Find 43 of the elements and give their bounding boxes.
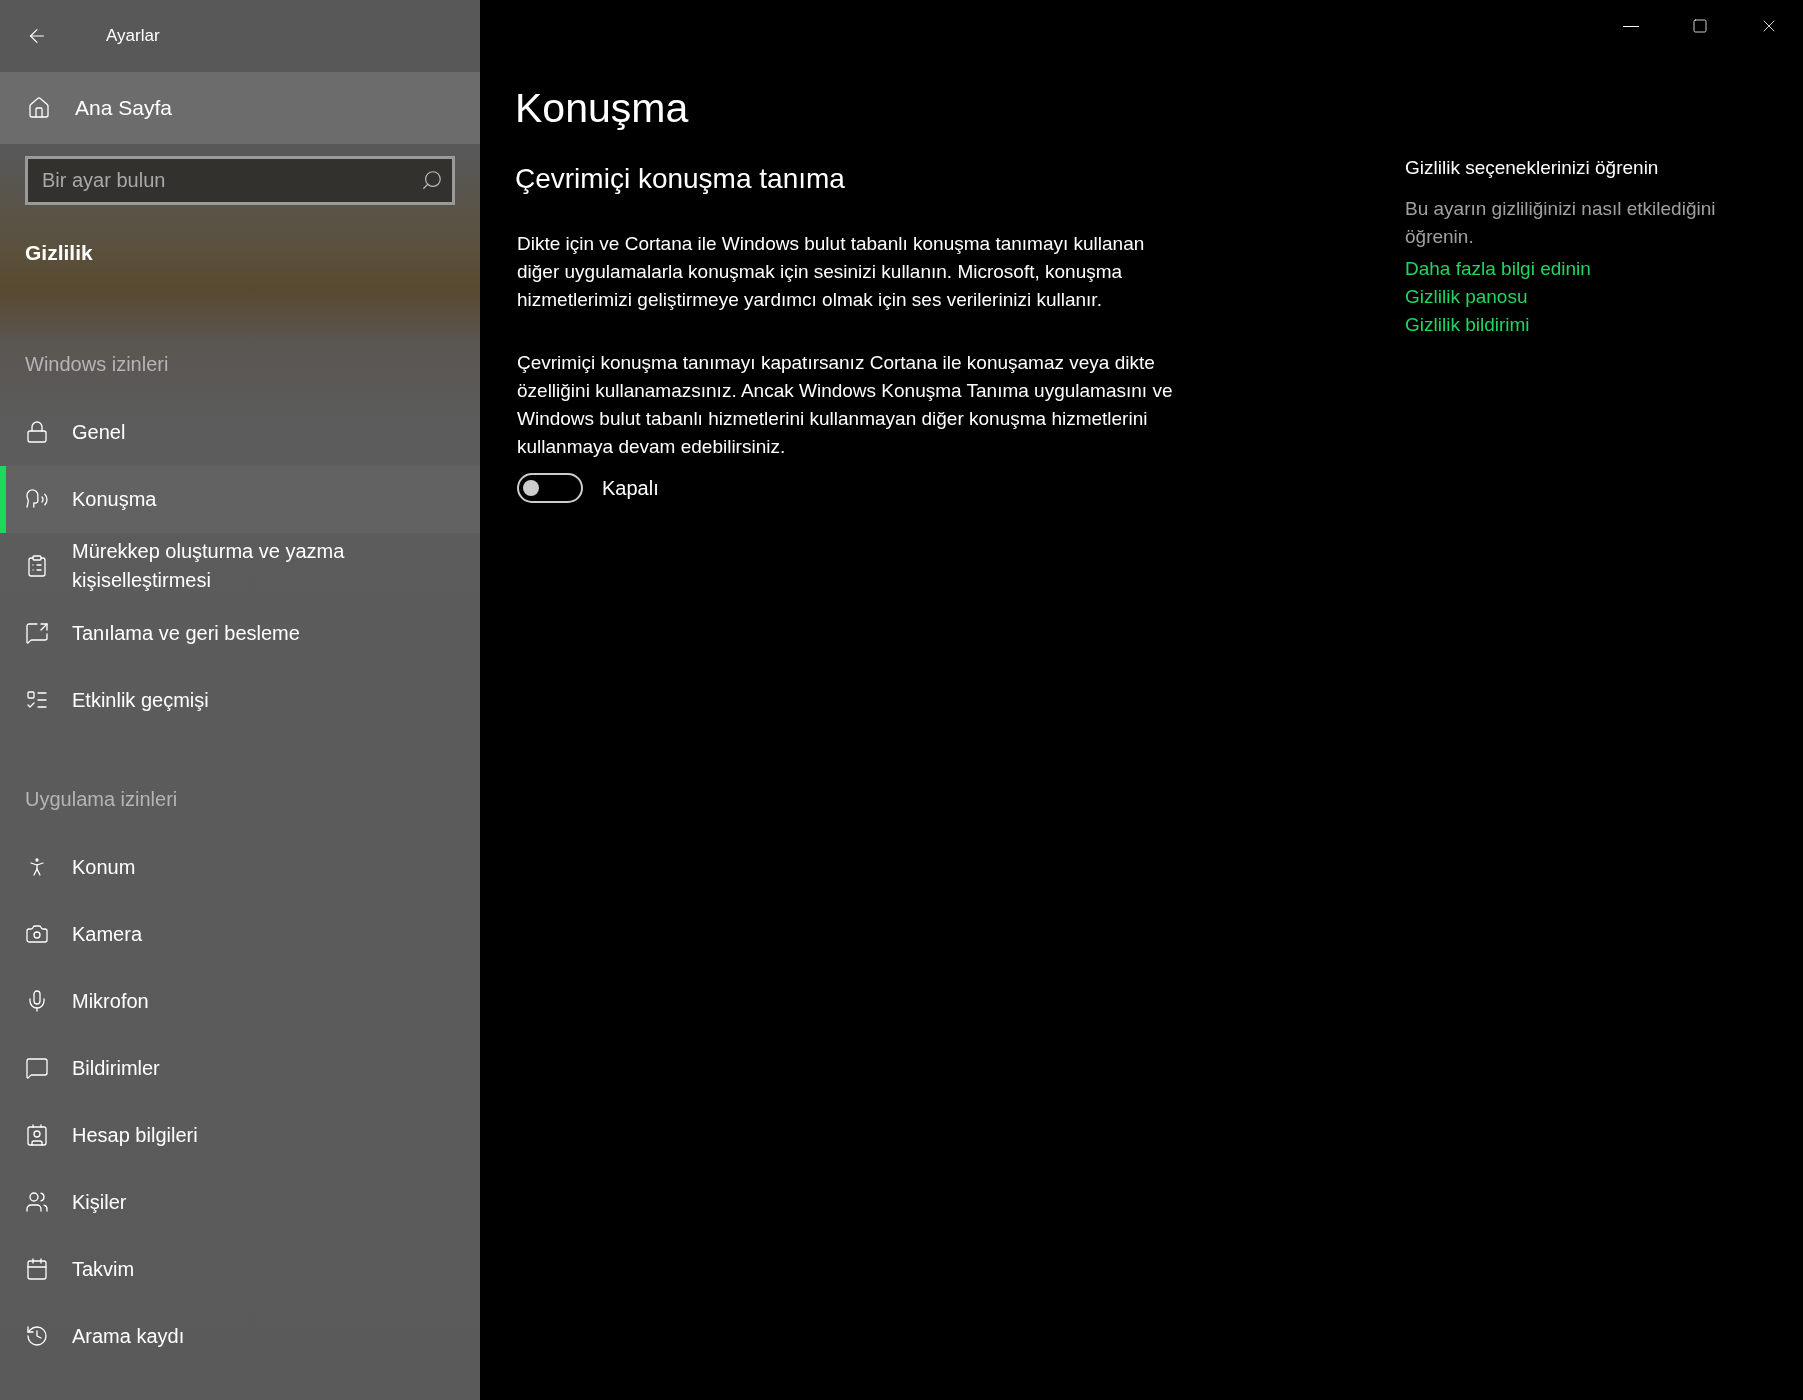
privacy-link[interactable]: Daha fazla bilgi edinin xyxy=(1405,254,1591,283)
sidebar-item[interactable]: Kamera xyxy=(0,900,480,968)
page-title: Konuşma xyxy=(515,84,690,133)
sidebar-item[interactable]: Konum xyxy=(0,833,480,901)
description-text: Çevrimiçi konuşma tanımayı kapatırsanız Cortana ile konuşamaz veya dikte özelliğini kullanamazsınız. Ancak Windows Konuşma Tanıma uygulamasını ve Windows bulut tabanlı hizmetlerini kullanmayan diğer konuşma hizmetlerini kullanmaya devam edebilirsiniz. xyxy=(516,351,1174,459)
search-icon xyxy=(421,169,443,191)
search-field[interactable]: Bir ayar bulun xyxy=(25,156,455,205)
home-item[interactable]: Ana Sayfa xyxy=(0,72,480,144)
toggle-label: Kapalı xyxy=(602,476,659,501)
sidebar-item[interactable]: Genel xyxy=(0,398,480,466)
people-icon xyxy=(25,1190,49,1214)
sidebar-item[interactable]: Konuşma xyxy=(0,465,480,533)
sidebar-item[interactable]: Hesap bilgileri xyxy=(0,1101,480,1169)
minimize-icon xyxy=(1622,25,1639,27)
section-heading: Windows izinleri xyxy=(24,351,170,377)
sidebar-item[interactable]: Arama kaydı xyxy=(0,1302,480,1370)
window-title: Ayarlar xyxy=(106,25,160,48)
privacy-link[interactable]: Gizlilik panosu xyxy=(1405,282,1528,311)
toggle-switch[interactable] xyxy=(517,473,583,503)
speech-icon xyxy=(25,487,49,511)
sidebar-item[interactable]: Mikrofon xyxy=(0,967,480,1035)
sidebar-item[interactable]: Etkinlik geçmişi xyxy=(0,666,480,734)
notification-icon xyxy=(25,1056,49,1080)
history-icon xyxy=(25,1324,49,1348)
calendar-icon xyxy=(25,1257,49,1281)
aside-text: Bu ayarın gizliliğinizi nasıl etkilediğini öğrenin. xyxy=(1405,196,1717,249)
sidebar-item[interactable]: Takvim xyxy=(0,1235,480,1303)
home-icon xyxy=(27,96,51,120)
lock-icon xyxy=(25,420,49,444)
sidebar-item[interactable]: Bildirimler xyxy=(0,1034,480,1102)
description-text: Dikte için ve Cortana ile Windows bulut tabanlı konuşma tanımayı kullanan diğer uygulamalarla konuşmak için sesinizi kullanın. Microsoft, konuşma hizmetlerimizi geliştirmeye yardımcı olmak için ses verilerinizi kullanır. xyxy=(516,232,1146,312)
account-info-icon xyxy=(25,1123,49,1147)
category-title: Gizlilik xyxy=(24,240,94,266)
sidebar-item[interactable]: Kişiler xyxy=(0,1168,480,1236)
section-heading: Uygulama izinleri xyxy=(24,786,179,812)
privacy-link[interactable]: Gizlilik bildirimi xyxy=(1405,310,1530,339)
camera-icon xyxy=(25,922,49,946)
clipboard-icon xyxy=(25,554,49,578)
sidebar-item[interactable]: Tanılama ve geri besleme xyxy=(0,599,480,667)
sidebar-item[interactable]: Mürekkep oluşturma ve yazma kişiselleştirmesi xyxy=(0,532,480,600)
section-title: Çevrimiçi konuşma tanıma xyxy=(515,162,846,196)
aside-heading: Gizlilik seçeneklerinizi öğrenin xyxy=(1405,156,1660,180)
maximize-icon xyxy=(1691,18,1708,34)
